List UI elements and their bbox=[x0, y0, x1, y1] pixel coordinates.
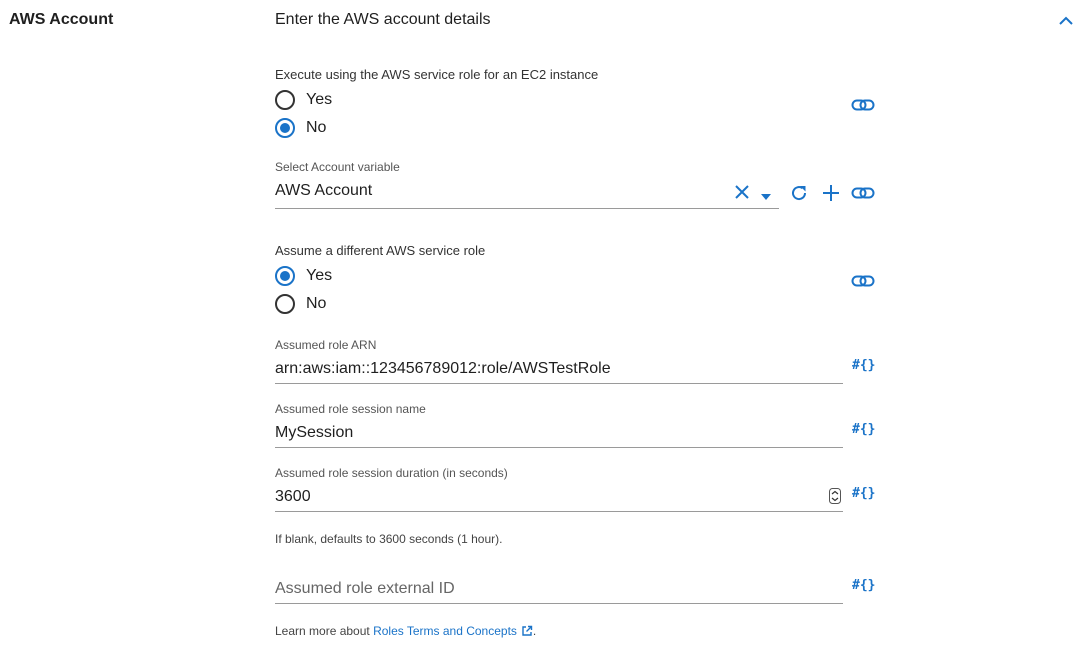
session-duration-label: Assumed role session duration (in second… bbox=[275, 466, 508, 480]
link-icon[interactable] bbox=[851, 98, 875, 112]
account-variable-label: Select Account variable bbox=[275, 160, 400, 174]
external-link-icon bbox=[521, 625, 533, 640]
role-arn-input[interactable] bbox=[275, 358, 835, 380]
caret-down-icon[interactable] bbox=[760, 188, 772, 206]
radio-label: Yes bbox=[306, 267, 333, 284]
session-duration-input[interactable] bbox=[275, 486, 815, 508]
external-id-input[interactable] bbox=[275, 578, 835, 600]
refresh-icon[interactable] bbox=[789, 183, 809, 208]
section-title: AWS Account bbox=[9, 11, 114, 28]
role-arn-label: Assumed role ARN bbox=[275, 338, 377, 352]
plus-icon[interactable] bbox=[822, 184, 840, 207]
link-icon[interactable] bbox=[851, 274, 875, 288]
radio-button[interactable] bbox=[275, 118, 295, 138]
roles-doc-link-label: Roles Terms and Concepts bbox=[373, 624, 517, 638]
learn-more-prefix: Learn more about bbox=[275, 624, 374, 638]
radio-button[interactable] bbox=[275, 294, 295, 314]
learn-more-text: Learn more about Roles Terms and Concept… bbox=[275, 624, 536, 640]
account-variable-select[interactable]: AWS Account bbox=[275, 182, 372, 200]
link-icon[interactable] bbox=[851, 186, 875, 200]
radio-label: No bbox=[306, 119, 327, 136]
binding-icon[interactable]: #{} bbox=[852, 486, 875, 501]
binding-icon[interactable]: #{} bbox=[852, 422, 875, 437]
radio-label: Yes bbox=[306, 91, 333, 108]
chevron-up-icon[interactable] bbox=[1056, 14, 1076, 28]
session-duration-underline bbox=[275, 511, 843, 512]
session-duration-hint: If blank, defaults to 3600 seconds (1 ho… bbox=[275, 532, 503, 546]
radio-button[interactable] bbox=[275, 90, 295, 110]
ec2-role-label: Execute using the AWS service role for a… bbox=[275, 67, 599, 82]
ec2-role-no-option[interactable]: No bbox=[275, 116, 326, 140]
external-id-underline bbox=[275, 603, 843, 604]
learn-more-suffix: . bbox=[532, 624, 537, 638]
roles-doc-link[interactable]: Roles Terms and Concepts bbox=[373, 624, 533, 638]
panel-heading: Enter the AWS account details bbox=[275, 11, 491, 28]
session-name-underline bbox=[275, 447, 843, 448]
assume-role-label: Assume a different AWS service role bbox=[275, 243, 486, 258]
stepper-icon[interactable] bbox=[829, 488, 841, 509]
binding-icon[interactable]: #{} bbox=[852, 578, 875, 593]
binding-icon[interactable]: #{} bbox=[852, 358, 875, 373]
assume-role-no-option[interactable]: No bbox=[275, 292, 326, 316]
radio-label: No bbox=[306, 295, 327, 312]
ec2-role-yes-option[interactable]: Yes bbox=[275, 88, 332, 112]
session-name-label: Assumed role session name bbox=[275, 402, 426, 416]
session-name-input[interactable] bbox=[275, 422, 835, 444]
account-variable-underline bbox=[275, 208, 779, 209]
close-icon[interactable] bbox=[734, 184, 750, 205]
radio-button[interactable] bbox=[275, 266, 295, 286]
role-arn-underline bbox=[275, 383, 843, 384]
assume-role-yes-option[interactable]: Yes bbox=[275, 264, 332, 288]
